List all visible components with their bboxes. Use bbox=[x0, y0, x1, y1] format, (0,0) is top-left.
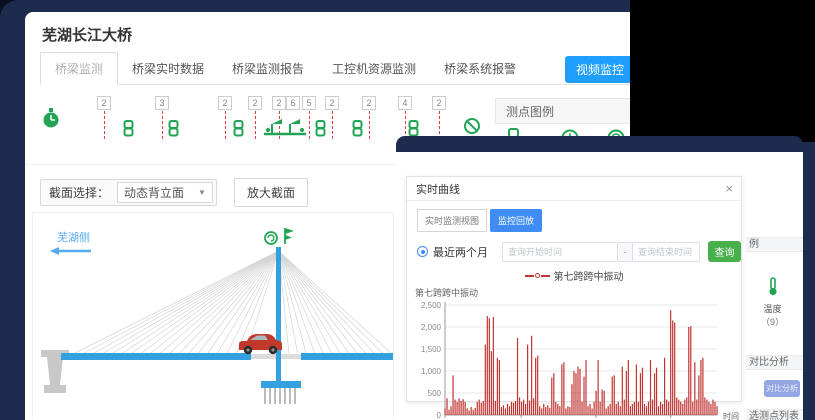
thermometer-icon bbox=[767, 277, 779, 296]
svg-text:2,500: 2,500 bbox=[421, 301, 442, 310]
recent-two-months-label[interactable]: 最近两个月 bbox=[433, 244, 488, 260]
bridge-cables bbox=[75, 251, 391, 353]
vibration-chart: 05001,0001,5002,0002,5002018-09-30 16:01… bbox=[407, 299, 739, 420]
date-range-separator: - bbox=[618, 242, 632, 262]
sensor-count-badge: 3 bbox=[155, 96, 169, 110]
sensor-count-badge: 2 bbox=[325, 96, 339, 110]
svg-text:时间: 时间 bbox=[723, 411, 739, 420]
query-end-time-input[interactable] bbox=[632, 242, 700, 262]
sensor-dash-line bbox=[405, 111, 406, 139]
sidebar-legend-header-fragment: 例 bbox=[746, 237, 803, 252]
section-select-group: 截面选择： 动态背立面 ▼ bbox=[40, 179, 217, 206]
bridge-direction-label: 芜湖侧 bbox=[57, 230, 90, 244]
legend-marker-icon bbox=[535, 273, 540, 278]
temperature-legend-item[interactable]: 温度 （9） bbox=[746, 277, 799, 328]
black-overlay-region bbox=[630, 0, 815, 142]
legend-series-label: 第七跨跨中振动 bbox=[554, 268, 624, 283]
realtime-curve-dialog: 实时曲线 × 实时监测视图 监控回放 最近两个月 - 查询 bbox=[406, 176, 742, 402]
sensor-count-badge: 2 bbox=[432, 96, 446, 110]
car-graphic bbox=[239, 334, 282, 354]
sensor-dash-line bbox=[439, 111, 440, 139]
chain-sensor-icon[interactable] bbox=[123, 120, 135, 137]
sensor-dash-line bbox=[332, 111, 333, 139]
tab-ipc-resource[interactable]: 工控机资源监测 bbox=[318, 53, 430, 84]
tab-realtime-view[interactable]: 实时监测视图 bbox=[417, 209, 487, 232]
sensor-dash-line bbox=[309, 111, 310, 139]
no-entry-icon[interactable] bbox=[463, 117, 481, 135]
sensor-count-badge: 2 bbox=[97, 96, 111, 110]
sensor-dash-line bbox=[162, 111, 163, 139]
enlarge-section-button[interactable]: 放大截面 bbox=[234, 178, 308, 207]
stopwatch-icon[interactable] bbox=[41, 108, 61, 130]
video-monitor-button[interactable]: 视频监控 bbox=[565, 56, 635, 83]
chart-legend[interactable]: 第七跨跨中振动 bbox=[407, 268, 741, 283]
compare-analysis-button[interactable]: 对比分析 bbox=[764, 380, 800, 397]
sensor-dash-line bbox=[225, 111, 226, 139]
tower-piles bbox=[265, 388, 295, 404]
barrier-sensor-icon[interactable] bbox=[262, 116, 308, 138]
bridge-tower bbox=[276, 247, 281, 381]
chain-sensor-icon[interactable] bbox=[315, 120, 327, 137]
page-title: 芜湖长江大桥 bbox=[42, 24, 132, 45]
svg-text:2,000: 2,000 bbox=[421, 323, 442, 332]
svg-text:1,000: 1,000 bbox=[421, 367, 442, 376]
tab-bridge-monitor[interactable]: 桥梁监测 bbox=[40, 52, 118, 85]
anemometer-icon[interactable] bbox=[265, 232, 277, 244]
recent-two-months-radio[interactable] bbox=[417, 246, 428, 257]
dialog-header: 实时曲线 × bbox=[407, 177, 741, 201]
close-icon[interactable]: × bbox=[725, 177, 733, 201]
query-button[interactable]: 查询 bbox=[708, 241, 741, 262]
dialog-host-titlebar bbox=[396, 136, 803, 152]
chevron-down-icon: ▼ bbox=[198, 188, 206, 197]
section-selector-row: 截面选择： 动态背立面 ▼ 放大截面 bbox=[40, 178, 308, 206]
dialog-host-body: 例 温度 （9） 对比分析 对比分析 选测点列表 实时曲线 × 实时监测视图 bbox=[396, 152, 803, 420]
tab-realtime-data[interactable]: 桥梁实时数据 bbox=[118, 53, 218, 84]
section-select-value: 动态背立面 bbox=[124, 184, 184, 201]
sensor-count-badge: 2 bbox=[272, 96, 286, 110]
legend-marker-icon bbox=[525, 275, 534, 277]
dialog-host-window: 例 温度 （9） 对比分析 对比分析 选测点列表 实时曲线 × 实时监测视图 bbox=[396, 136, 803, 420]
chain-sensor-icon[interactable] bbox=[408, 120, 420, 137]
sensor-count-badge: 6 bbox=[286, 96, 300, 110]
tab-monitor-report[interactable]: 桥梁监测报告 bbox=[218, 53, 318, 84]
sidebar-point-list-header: 选测点列表 bbox=[746, 409, 803, 420]
dialog-tab-bar: 实时监测视图 监控回放 bbox=[417, 209, 741, 232]
section-select-dropdown[interactable]: 动态背立面 ▼ bbox=[117, 182, 213, 203]
sensor-dash-line bbox=[255, 111, 256, 139]
svg-text:0: 0 bbox=[437, 411, 442, 420]
chain-sensor-icon[interactable] bbox=[233, 120, 245, 137]
chain-sensor-icon[interactable] bbox=[168, 120, 180, 137]
temperature-label: 温度 bbox=[746, 302, 799, 315]
sensor-count-badge: 5 bbox=[302, 96, 316, 110]
section-select-label: 截面选择： bbox=[41, 184, 117, 201]
sensor-count-badge: 2 bbox=[248, 96, 262, 110]
screenshot-canvas: 芜湖长江大桥 桥梁监测 桥梁实时数据 桥梁监测报告 工控机资源监测 桥梁系统报警… bbox=[0, 0, 815, 420]
bridge-panel: 芜湖侧 bbox=[32, 212, 394, 419]
wind-flag-icon[interactable] bbox=[285, 228, 294, 244]
sensor-count-badge: 2 bbox=[362, 96, 376, 110]
bridge-illustration: 芜湖侧 bbox=[33, 213, 393, 418]
svg-text:500: 500 bbox=[428, 389, 442, 398]
sidebar-analysis-header: 对比分析 bbox=[746, 355, 803, 370]
tab-monitor-playback[interactable]: 监控回放 bbox=[490, 209, 542, 232]
sensor-count-badge: 4 bbox=[398, 96, 412, 110]
sensor-dash-line bbox=[104, 111, 105, 139]
legend-marker-icon bbox=[541, 275, 550, 277]
sensor-count-badge: 2 bbox=[218, 96, 232, 110]
temperature-count: （9） bbox=[746, 315, 799, 328]
tab-system-alarm[interactable]: 桥梁系统报警 bbox=[430, 53, 530, 84]
dialog-title: 实时曲线 bbox=[407, 184, 460, 196]
svg-text:1,500: 1,500 bbox=[421, 345, 442, 354]
query-filter-row: 最近两个月 - 查询 bbox=[417, 241, 741, 262]
chain-sensor-icon[interactable] bbox=[352, 120, 364, 137]
bridge-deck bbox=[61, 353, 251, 360]
query-start-time-input[interactable] bbox=[502, 242, 618, 262]
sensor-dash-line bbox=[369, 111, 370, 139]
y-axis-title: 第七跨跨中振动 bbox=[415, 286, 741, 299]
